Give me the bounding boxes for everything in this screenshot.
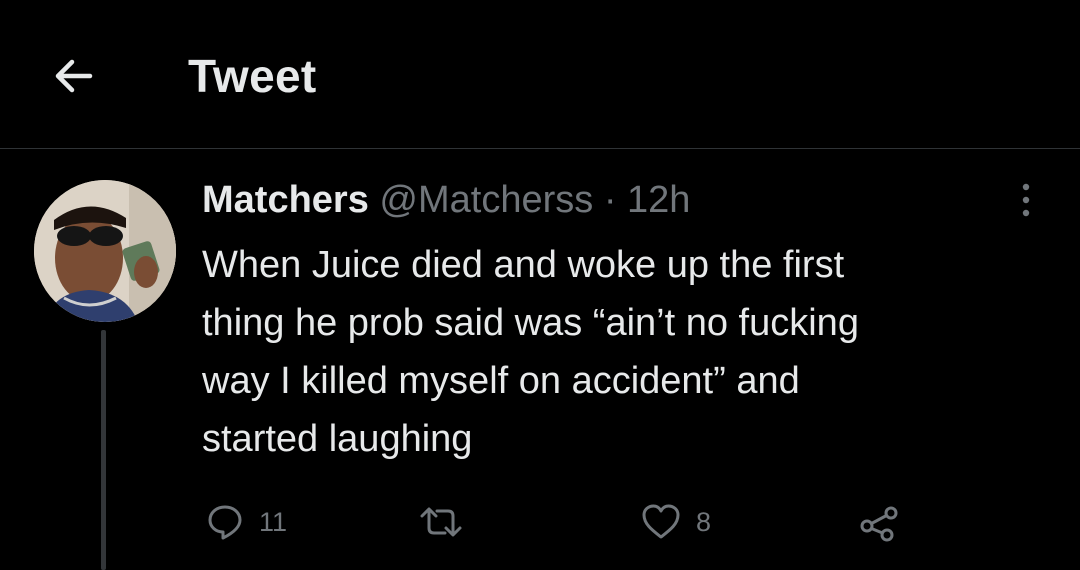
reply-button[interactable]: 11	[205, 498, 287, 546]
avatar-image	[34, 180, 176, 322]
tweet-actions: 11 8	[0, 498, 1080, 546]
top-bar: Tweet	[0, 0, 1080, 148]
like-count: 8	[696, 506, 712, 537]
author-name[interactable]: Matchers	[202, 179, 369, 221]
tweet-header: Matchers @Matcherss · 12h	[202, 176, 690, 224]
share-icon	[860, 506, 898, 542]
like-button[interactable]: 8	[640, 498, 711, 546]
reply-count: 11	[259, 506, 288, 537]
author-handle[interactable]: @Matcherss	[379, 179, 593, 221]
reply-icon	[208, 505, 242, 540]
tweet-text: When Juice died and woke up the first th…	[202, 244, 859, 460]
retweet-button[interactable]	[418, 498, 478, 546]
tweet-timestamp[interactable]: 12h	[627, 179, 690, 221]
page-title: Tweet	[188, 50, 317, 102]
header-divider	[0, 148, 1080, 149]
more-options-button[interactable]	[1006, 180, 1046, 220]
avatar[interactable]	[34, 180, 176, 322]
arrow-left-icon	[55, 59, 93, 93]
heart-icon	[642, 504, 680, 539]
back-button[interactable]	[44, 46, 104, 106]
retweet-icon	[420, 507, 462, 537]
share-button[interactable]	[858, 498, 902, 546]
meta-separator: ·	[603, 179, 617, 221]
more-vertical-icon	[1022, 183, 1030, 217]
